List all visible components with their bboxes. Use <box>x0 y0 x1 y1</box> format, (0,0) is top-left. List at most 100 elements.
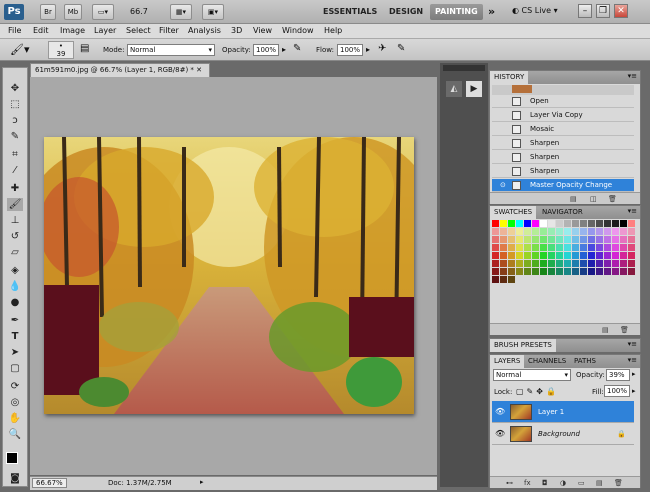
color-swatch[interactable] <box>524 220 531 227</box>
pressure-opacity-icon[interactable]: ✎ <box>293 43 301 54</box>
color-swatch[interactable] <box>532 220 539 227</box>
color-swatch[interactable] <box>492 236 499 243</box>
color-swatch[interactable] <box>508 244 515 251</box>
zoom-tool-icon[interactable]: 🔍 <box>7 428 23 441</box>
color-swatch[interactable] <box>604 244 611 251</box>
color-swatch[interactable] <box>548 268 555 275</box>
color-swatch[interactable] <box>532 268 539 275</box>
blur-tool-icon[interactable]: 💧 <box>7 280 23 293</box>
color-swatch[interactable] <box>620 252 627 259</box>
color-swatch[interactable] <box>572 236 579 243</box>
paths-tab[interactable]: PATHS <box>570 355 600 368</box>
new-swatch-icon[interactable]: ▤ <box>602 324 609 336</box>
color-swatch[interactable] <box>588 260 595 267</box>
color-swatch[interactable] <box>540 220 547 227</box>
color-swatch[interactable] <box>612 260 619 267</box>
color-swatch[interactable] <box>596 228 603 235</box>
color-swatch[interactable] <box>516 236 523 243</box>
color-swatch[interactable] <box>612 244 619 251</box>
layer-style-icon[interactable]: fx <box>524 477 531 489</box>
opacity-slider-icon[interactable]: ▸ <box>282 45 286 54</box>
color-swatch[interactable] <box>620 220 627 227</box>
menu-3d[interactable]: 3D <box>231 26 242 35</box>
history-brush-source-icon[interactable]: ⊙ <box>500 179 506 192</box>
3d-rotate-tool-icon[interactable]: ⟳ <box>7 380 23 393</box>
clone-stamp-tool-icon[interactable]: ⊥ <box>7 214 23 227</box>
color-swatch[interactable] <box>596 220 603 227</box>
menu-filter[interactable]: Filter <box>159 26 179 35</box>
color-swatch[interactable] <box>612 252 619 259</box>
path-select-tool-icon[interactable]: ➤ <box>7 346 23 359</box>
color-swatch[interactable] <box>628 252 635 259</box>
color-swatch[interactable] <box>604 236 611 243</box>
history-item[interactable]: Layer Via Copy <box>492 109 634 122</box>
color-swatch[interactable] <box>556 228 563 235</box>
color-swatch[interactable] <box>620 228 627 235</box>
workspace-essentials[interactable]: ESSENTIALS <box>318 4 382 20</box>
color-swatch[interactable] <box>588 236 595 243</box>
color-swatch[interactable] <box>524 228 531 235</box>
color-swatch[interactable] <box>492 228 499 235</box>
color-swatch[interactable] <box>500 260 507 267</box>
panel-menu-icon[interactable]: ▾≡ <box>628 72 637 80</box>
swatch-grid[interactable] <box>492 220 638 290</box>
menu-edit[interactable]: Edit <box>33 26 49 35</box>
color-swatch[interactable] <box>516 244 523 251</box>
color-swatch[interactable] <box>516 252 523 259</box>
color-swatch[interactable] <box>556 268 563 275</box>
brush-panel-icon[interactable]: ▤ <box>80 43 89 54</box>
color-swatch[interactable] <box>508 268 515 275</box>
lock-icons[interactable]: ▢✎✥🔒 <box>516 387 559 396</box>
brush-tool-preset-icon[interactable]: 🖌▾ <box>10 43 30 56</box>
color-swatch[interactable] <box>628 268 635 275</box>
quick-select-tool-icon[interactable]: ✎ <box>7 130 23 143</box>
color-swatch[interactable] <box>580 244 587 251</box>
history-item[interactable]: Sharpen <box>492 165 634 178</box>
menu-image[interactable]: Image <box>60 26 85 35</box>
brush-tool-icon[interactable]: 🖌 <box>7 198 23 211</box>
color-swatch[interactable] <box>524 236 531 243</box>
history-item[interactable]: Mosaic <box>492 123 634 136</box>
color-swatch[interactable] <box>516 268 523 275</box>
color-swatch[interactable] <box>572 228 579 235</box>
color-swatch[interactable] <box>620 260 627 267</box>
eraser-tool-icon[interactable]: ▱ <box>7 246 23 259</box>
color-swatch[interactable] <box>516 220 523 227</box>
bridge-button[interactable]: Br <box>40 4 56 20</box>
color-swatch[interactable] <box>556 220 563 227</box>
color-swatch[interactable] <box>564 244 571 251</box>
color-swatch[interactable] <box>588 252 595 259</box>
color-swatch[interactable] <box>612 228 619 235</box>
more-workspaces-icon[interactable]: » <box>488 5 495 18</box>
color-swatch[interactable] <box>620 236 627 243</box>
color-swatch[interactable] <box>508 276 515 283</box>
color-swatch[interactable] <box>532 236 539 243</box>
layers-tab[interactable]: LAYERS <box>490 355 525 368</box>
color-swatch[interactable] <box>548 236 555 243</box>
color-swatch[interactable] <box>556 236 563 243</box>
color-swatch[interactable] <box>572 244 579 251</box>
delete-swatch-icon[interactable]: 🗑 <box>620 324 629 336</box>
color-swatch[interactable] <box>596 244 603 251</box>
color-swatch[interactable] <box>572 252 579 259</box>
cs-live-button[interactable]: ◐ CS Live ▾ <box>512 6 558 15</box>
color-swatch[interactable] <box>532 228 539 235</box>
type-tool-icon[interactable]: T <box>7 330 23 343</box>
new-group-icon[interactable]: ▭ <box>578 477 585 489</box>
color-swatch[interactable] <box>588 220 595 227</box>
menu-file[interactable]: File <box>8 26 21 35</box>
color-swatch[interactable] <box>516 228 523 235</box>
color-swatch[interactable] <box>500 244 507 251</box>
history-item-selected[interactable]: ⊙ Master Opacity Change <box>492 179 634 192</box>
workspace-painting[interactable]: PAINTING <box>430 4 483 20</box>
zoom-field[interactable]: 66.67% <box>32 478 67 488</box>
color-swatch[interactable] <box>524 268 531 275</box>
color-swatch[interactable] <box>604 220 611 227</box>
opacity-field[interactable]: 100% <box>253 44 279 56</box>
color-swatch[interactable] <box>548 260 555 267</box>
blend-mode-select[interactable]: Normal ▾ <box>493 369 571 381</box>
color-swatch[interactable] <box>540 252 547 259</box>
menu-select[interactable]: Select <box>126 26 151 35</box>
history-item[interactable]: Open <box>492 95 634 108</box>
color-swatch[interactable] <box>628 228 635 235</box>
